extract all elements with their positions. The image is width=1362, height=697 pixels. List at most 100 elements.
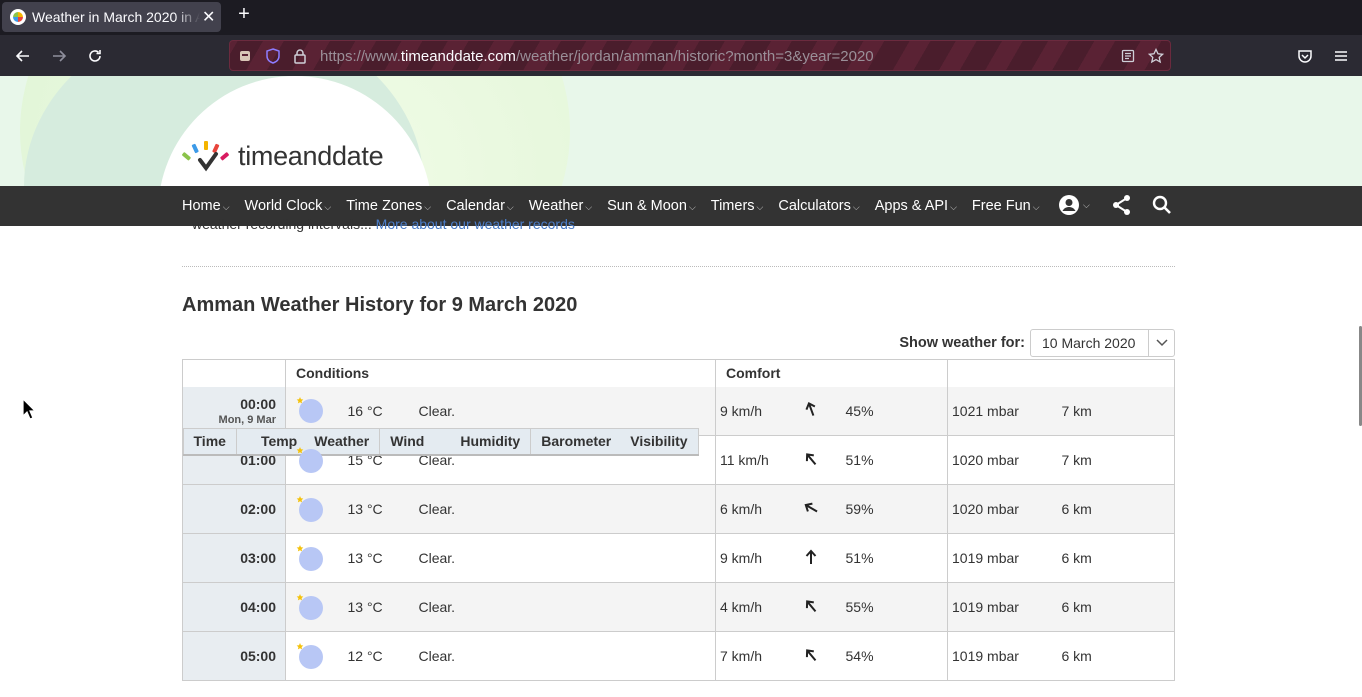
- menu-item-label: Home: [182, 198, 221, 214]
- tracking-icon: [240, 51, 250, 61]
- menu-item-label: Calendar: [446, 198, 505, 214]
- browser-tab[interactable]: Weather in March 2020 in Amman ✕: [2, 2, 221, 32]
- new-tab-button[interactable]: +: [234, 4, 254, 24]
- header-barometer: Barometer: [530, 427, 622, 456]
- cell-wind-direction: [803, 582, 846, 632]
- cell-barometer: 1019 mbar: [947, 631, 1062, 681]
- menu-item-free-fun[interactable]: Free Fun ⌵: [972, 198, 1040, 214]
- tab-close-button[interactable]: ✕: [202, 7, 215, 27]
- menu-item-calculators[interactable]: Calculators ⌵: [778, 198, 859, 214]
- header-time: Time: [182, 427, 237, 456]
- cell-time: 05:00: [182, 631, 286, 681]
- chevron-down-icon: ⌵: [852, 202, 860, 212]
- cell-wind: 7 km/h: [715, 631, 804, 681]
- clear-night-moon-icon: [295, 394, 325, 424]
- wind-direction-arrow-icon: [804, 502, 818, 512]
- tab-title: Weather in March 2020 in Amman: [32, 9, 200, 25]
- menu-item-world-clock[interactable]: World Clock ⌵: [245, 198, 332, 214]
- date-selector-label: Show weather for:: [899, 335, 1025, 351]
- menu-item-home[interactable]: Home ⌵: [182, 198, 230, 214]
- cell-wind: 4 km/h: [715, 582, 804, 632]
- logo-mark-icon: [182, 141, 229, 172]
- browser-tab-strip: Weather in March 2020 in Amman ✕ +: [0, 0, 1362, 35]
- cell-visibility: 6 km: [1061, 582, 1175, 632]
- forward-arrow-icon: [53, 50, 67, 62]
- menu-item-timers[interactable]: Timers ⌵: [711, 198, 764, 214]
- search-icon[interactable]: [1152, 195, 1172, 215]
- hamburger-menu-icon: [1335, 51, 1347, 61]
- shield-icon[interactable]: [265, 48, 281, 64]
- cell-wind-direction: [803, 631, 846, 681]
- cell-visibility: 6 km: [1061, 484, 1175, 534]
- cell-wind: 6 km/h: [715, 484, 804, 534]
- cell-humidity: 59%: [845, 484, 948, 534]
- cell-wind-direction: [803, 484, 846, 534]
- cell-weather: Clear.: [417, 631, 716, 681]
- site-header: timeanddate: [0, 76, 1362, 186]
- cell-visibility: 6 km: [1061, 533, 1175, 583]
- menu-item-label: Timers: [710, 198, 755, 214]
- url-bar[interactable]: https://www.timeanddate.com/weather/jord…: [229, 40, 1171, 71]
- reload-button[interactable]: [83, 44, 107, 68]
- time-value: 04:00: [240, 599, 276, 615]
- site-logo[interactable]: timeanddate: [182, 140, 384, 172]
- app-menu-button[interactable]: [1329, 44, 1353, 68]
- weather-records-link[interactable]: More about our weather records: [376, 216, 575, 232]
- forward-button[interactable]: [47, 44, 71, 68]
- cell-weather-icon: [285, 484, 348, 534]
- table-row: 03:00 13 °C Clear. 9 km/h 51% 1019 mbar 6 km: [182, 533, 1175, 583]
- chevron-down-icon: ⌵: [222, 202, 230, 212]
- cell-barometer: 1020 mbar: [947, 484, 1062, 534]
- menu-item-time-zones[interactable]: Time Zones ⌵: [346, 198, 431, 214]
- pocket-button[interactable]: [1293, 44, 1317, 68]
- lock-icon[interactable]: [292, 48, 308, 64]
- reader-view-icon[interactable]: [1120, 48, 1136, 64]
- date-select[interactable]: 10 March 2020: [1030, 329, 1175, 357]
- chevron-down-icon: ⌵: [688, 202, 696, 212]
- cell-visibility: 7 km: [1061, 435, 1175, 485]
- group-header-comfort: Comfort: [715, 359, 948, 387]
- cell-time: 02:00: [182, 484, 286, 534]
- bookmark-star-icon[interactable]: [1148, 48, 1164, 64]
- back-button[interactable]: [11, 44, 35, 68]
- wind-direction-arrow-icon: [805, 599, 816, 612]
- menu-item-apps-api[interactable]: Apps & API ⌵: [875, 198, 957, 214]
- weather-records-note: weather recording intervals... More abou…: [192, 216, 575, 232]
- chevron-down-icon[interactable]: [1148, 330, 1174, 356]
- cell-humidity: 45%: [845, 386, 948, 436]
- logo-text: timeanddate: [238, 140, 384, 171]
- cell-time: 04:00: [182, 582, 286, 632]
- table-row: 02:00 13 °C Clear. 6 km/h 59% 1020 mbar 6 km: [182, 484, 1175, 534]
- menu-item-label: Calculators: [778, 198, 851, 214]
- time-value: 02:00: [240, 501, 276, 517]
- account-menu-button[interactable]: ⌵: [1058, 194, 1090, 216]
- menu-item-sun-moon[interactable]: Sun & Moon ⌵: [607, 198, 696, 214]
- cell-temp: 13 °C: [347, 582, 418, 632]
- header-icon: [235, 427, 257, 456]
- cell-humidity: 55%: [845, 582, 948, 632]
- cell-weather: Clear.: [417, 582, 716, 632]
- url-text[interactable]: https://www.timeanddate.com/weather/jord…: [320, 48, 874, 65]
- chevron-down-icon: ⌵: [1032, 202, 1040, 212]
- share-icon[interactable]: [1112, 194, 1132, 216]
- weather-history-table: Conditions Comfort Time Temp Weather Win…: [182, 359, 1175, 681]
- chevron-down-icon: ⌵: [585, 202, 593, 212]
- chevron-down-icon: ⌵: [756, 202, 764, 212]
- account-chevron-icon: ⌵: [1083, 199, 1090, 210]
- menu-item-label: Apps & API: [874, 198, 949, 214]
- chevron-down-icon: ⌵: [324, 202, 332, 212]
- web-page: timeanddate Home ⌵ World Clock ⌵ Time Zones ⌵…: [0, 76, 1362, 697]
- cell-humidity: 51%: [845, 435, 948, 485]
- menu-item-calendar[interactable]: Calendar ⌵: [446, 198, 514, 214]
- site-favicon-icon: [10, 9, 26, 25]
- table-row: 04:00 13 °C Clear. 4 km/h 55% 1019 mbar 6 km: [182, 582, 1175, 632]
- cell-wind-direction: [803, 386, 846, 436]
- clear-night-moon-icon: [295, 493, 325, 523]
- menu-item-weather[interactable]: Weather ⌵: [529, 198, 592, 214]
- cell-time: 03:00: [182, 533, 286, 583]
- cell-weather: Clear.: [417, 533, 716, 583]
- reload-icon: [89, 50, 101, 62]
- clear-night-moon-icon: [295, 444, 325, 474]
- account-icon: [1059, 195, 1079, 215]
- table-row: 05:00 12 °C Clear. 7 km/h 54% 1019 mbar 6 km: [182, 631, 1175, 681]
